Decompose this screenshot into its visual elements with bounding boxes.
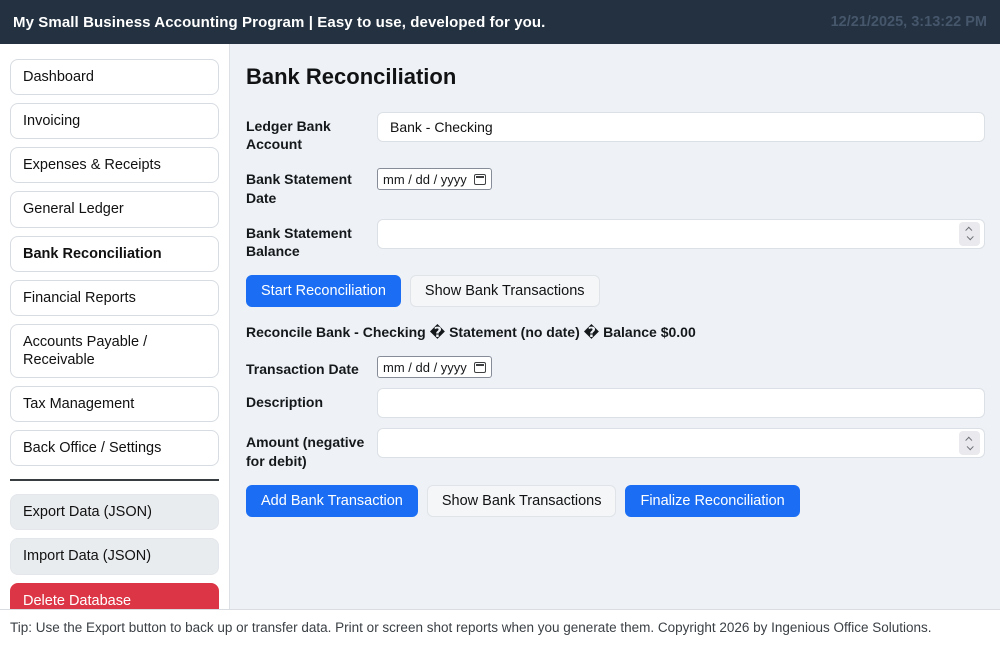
app-title: My Small Business Accounting Program | E…: [13, 14, 545, 31]
footer-tip-bar: Tip: Use the Export button to back up or…: [0, 609, 1000, 647]
reconcile-status-line: Reconcile Bank - Checking � Statement (n…: [246, 324, 985, 341]
description-row: Description: [246, 388, 985, 418]
transaction-date-row: Transaction Date mm / dd / yyyy: [246, 355, 985, 378]
sidebar-divider: [10, 479, 219, 481]
sidebar-item-back-office-settings[interactable]: Back Office / Settings: [10, 430, 219, 466]
sidebar-item-accounts-payable-receivable[interactable]: Accounts Payable / Receivable: [10, 324, 219, 378]
reconciliation-actions-row: Start Reconciliation Show Bank Transacti…: [246, 275, 985, 307]
number-spinner[interactable]: [959, 222, 980, 246]
number-spinner[interactable]: [959, 431, 980, 455]
calendar-icon[interactable]: [474, 362, 486, 373]
sidebar-item-expenses-receipts[interactable]: Expenses & Receipts: [10, 147, 219, 183]
sidebar-nav: Dashboard Invoicing Expenses & Receipts …: [0, 44, 230, 609]
statement-date-label: Bank Statement Date: [246, 165, 377, 206]
finalize-reconciliation-button[interactable]: Finalize Reconciliation: [625, 485, 799, 517]
sidebar-item-dashboard[interactable]: Dashboard: [10, 59, 219, 95]
calendar-icon[interactable]: [474, 174, 486, 185]
show-bank-transactions-button-top[interactable]: Show Bank Transactions: [410, 275, 600, 307]
sidebar-item-general-ledger[interactable]: General Ledger: [10, 191, 219, 227]
content-area: Dashboard Invoicing Expenses & Receipts …: [0, 44, 1000, 609]
transaction-date-input[interactable]: mm / dd / yyyy: [377, 356, 492, 378]
app-header: My Small Business Accounting Program | E…: [0, 0, 1000, 44]
page-title: Bank Reconciliation: [246, 64, 985, 90]
bank-reconciliation-page: Bank Reconciliation Ledger Bank Account …: [230, 44, 1000, 609]
show-bank-transactions-button-bottom[interactable]: Show Bank Transactions: [427, 485, 617, 517]
statement-balance-label: Bank Statement Balance: [246, 219, 377, 260]
amount-label: Amount (negative for debit): [246, 428, 377, 469]
statement-date-input[interactable]: mm / dd / yyyy: [377, 168, 492, 190]
spinner-down-icon[interactable]: [967, 443, 974, 450]
ledger-account-label: Ledger Bank Account: [246, 112, 377, 153]
spinner-up-icon[interactable]: [965, 437, 972, 444]
transaction-actions-row: Add Bank Transaction Show Bank Transacti…: [246, 485, 985, 517]
start-reconciliation-button[interactable]: Start Reconciliation: [246, 275, 401, 307]
ledger-account-row: Ledger Bank Account Bank - Checking: [246, 112, 985, 153]
transaction-date-label: Transaction Date: [246, 355, 377, 378]
amount-row: Amount (negative for debit): [246, 428, 985, 469]
add-bank-transaction-button[interactable]: Add Bank Transaction: [246, 485, 418, 517]
sidebar-item-financial-reports[interactable]: Financial Reports: [10, 280, 219, 316]
sidebar-item-tax-management[interactable]: Tax Management: [10, 386, 219, 422]
statement-date-row: Bank Statement Date mm / dd / yyyy: [246, 165, 985, 206]
amount-input[interactable]: [377, 428, 985, 458]
date-placeholder: mm / dd / yyyy: [383, 360, 467, 375]
import-data-button[interactable]: Import Data (JSON): [10, 538, 219, 574]
ledger-account-select[interactable]: Bank - Checking: [377, 112, 985, 142]
description-input[interactable]: [377, 388, 985, 418]
description-label: Description: [246, 388, 377, 411]
date-placeholder: mm / dd / yyyy: [383, 172, 467, 187]
sidebar-item-invoicing[interactable]: Invoicing: [10, 103, 219, 139]
sidebar-item-bank-reconciliation[interactable]: Bank Reconciliation: [10, 236, 219, 272]
app-window: My Small Business Accounting Program | E…: [0, 0, 1000, 647]
spinner-down-icon[interactable]: [967, 234, 974, 241]
statement-balance-row: Bank Statement Balance: [246, 219, 985, 260]
statement-balance-input[interactable]: [377, 219, 985, 249]
header-timestamp: 12/21/2025, 3:13:22 PM: [831, 14, 987, 30]
footer-tip-text: Tip: Use the Export button to back up or…: [10, 620, 932, 635]
export-data-button[interactable]: Export Data (JSON): [10, 494, 219, 530]
